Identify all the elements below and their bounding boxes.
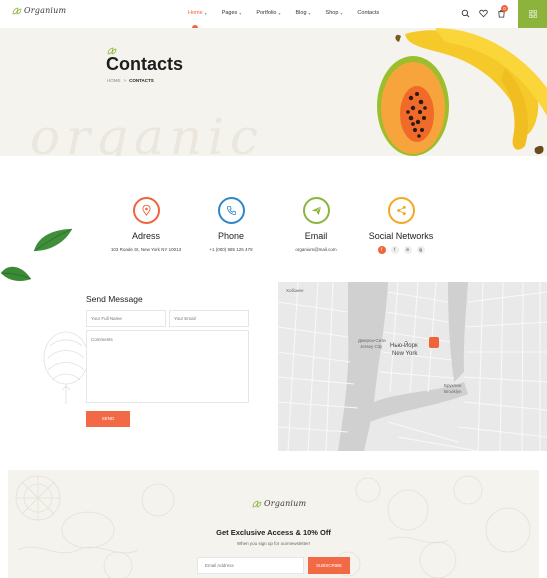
facebook-icon[interactable]: f — [390, 246, 399, 254]
phone-ring — [217, 197, 245, 224]
newsletter-email-input[interactable] — [197, 557, 304, 574]
comments-textarea[interactable] — [86, 330, 249, 403]
nav-label: Contacts — [357, 10, 380, 16]
logo[interactable]: Organium — [12, 6, 66, 15]
chevron-down-icon: ▾ — [204, 10, 207, 16]
nav-label: Pages — [221, 10, 238, 16]
send-button[interactable]: SEND — [86, 411, 130, 427]
instagram-icon[interactable]: ig — [416, 246, 425, 254]
map-pin-icon[interactable] — [429, 337, 439, 348]
email-ring — [302, 197, 330, 224]
info-social: Social Networks f f in ig — [356, 197, 446, 254]
main-nav: Home ▾ Pages ▾ Portfolio ▾ Blog ▾ Shop ▾ Cont… — [188, 10, 394, 16]
newsletter-logo-text: Organium — [264, 499, 307, 508]
nav-item-portfolio[interactable]: Portfolio ▾ — [256, 10, 280, 16]
heart-icon[interactable] — [479, 9, 488, 18]
cart-count-badge: 0 — [501, 5, 508, 12]
email-value[interactable]: organium@mail.com — [271, 247, 361, 252]
paper-plane-icon — [311, 206, 321, 216]
breadcrumb-separator: > — [123, 78, 127, 83]
info-phone: Phone +1 (000) 985 125 478 — [186, 197, 276, 252]
full-name-input[interactable] — [86, 310, 166, 327]
newsletter-subtitle: When you sign up for ourmewsletter! — [236, 541, 311, 546]
chevron-down-icon: ▾ — [308, 10, 311, 16]
header-icons — [461, 9, 506, 18]
location-pin-icon — [141, 205, 151, 216]
nav-label: Portfolio — [256, 10, 277, 16]
map-label: Бруклин — [444, 383, 462, 388]
fruit-image — [377, 28, 547, 156]
nav-label: Blog — [295, 10, 307, 16]
location-map[interactable]: Хобокен Джерси-Сити Jersey City Нью-Йорк… — [278, 282, 547, 451]
address-ring — [132, 197, 160, 224]
nav-item-shop[interactable]: Shop ▾ — [326, 10, 343, 16]
leaf-logo-icon — [252, 500, 262, 507]
subscribe-button[interactable]: SUBSCRIBE — [308, 557, 350, 574]
phone-value[interactable]: +1 (000) 985 125 478 — [186, 247, 276, 252]
email-input[interactable] — [169, 310, 249, 327]
search-icon[interactable] — [461, 9, 470, 18]
map-graphic — [278, 282, 547, 451]
nav-label: Shop — [325, 10, 339, 16]
map-label: Jersey City — [360, 344, 383, 349]
social-links: f f in ig — [356, 246, 446, 254]
decorative-leaf — [0, 266, 32, 281]
linkedin-icon[interactable]: in — [403, 246, 412, 254]
social-ring — [387, 197, 415, 224]
info-address: Adress 103 Roade St, New York NY 10013 — [101, 197, 191, 252]
page-hero: organic — [0, 28, 547, 156]
map-label: Джерси-Сити — [358, 338, 386, 343]
site-header: Organium Home ▾ Pages ▾ Portfolio ▾ Blog ▾ S… — [0, 0, 547, 28]
instagram-icon[interactable]: f — [377, 246, 386, 254]
newsletter-title: Get Exclusive Access & 10% Off — [216, 528, 331, 537]
breadcrumb: HOME > CONTACTS — [107, 78, 154, 83]
newsletter-logo: Organium — [252, 499, 306, 508]
form-title: Send Message — [86, 294, 143, 304]
decorative-leaf — [33, 228, 73, 252]
map-label: Нью-Йорк — [390, 343, 418, 349]
social-title: Social Networks — [368, 231, 434, 241]
nav-item-contacts[interactable]: Contacts — [357, 10, 379, 16]
share-icon — [396, 205, 406, 216]
logo-text: Organium — [24, 6, 67, 15]
nav-label: Home — [188, 10, 203, 16]
chevron-down-icon: ▾ — [239, 10, 242, 16]
nav-item-pages[interactable]: Pages ▾ — [222, 10, 242, 16]
address-title: Adress — [131, 231, 160, 241]
artichoke-illustration — [43, 331, 89, 404]
map-label: Brooklyn — [444, 389, 462, 394]
breadcrumb-current: CONTACTS — [129, 78, 154, 83]
info-email: Email organium@mail.com — [271, 197, 361, 252]
nav-item-blog[interactable]: Blog ▾ — [296, 10, 311, 16]
page-title: Contacts — [106, 54, 184, 74]
chevron-down-icon: ▾ — [340, 10, 343, 16]
address-value: 103 Roade St, New York NY 10013 — [110, 247, 182, 252]
map-label: New York — [392, 351, 418, 357]
leaf-logo-icon — [12, 7, 22, 14]
grid-menu-button[interactable] — [518, 0, 547, 28]
hero-watermark: organic — [30, 108, 265, 156]
grid-menu-icon — [528, 10, 537, 18]
phone-title: Phone — [217, 231, 245, 241]
phone-icon — [226, 205, 236, 216]
email-title: Email — [304, 231, 328, 241]
chevron-down-icon: ▾ — [278, 10, 281, 16]
nav-item-home[interactable]: Home ▾ — [188, 10, 207, 16]
map-label: Хобокен — [286, 288, 304, 293]
breadcrumb-home[interactable]: HOME — [107, 78, 121, 83]
